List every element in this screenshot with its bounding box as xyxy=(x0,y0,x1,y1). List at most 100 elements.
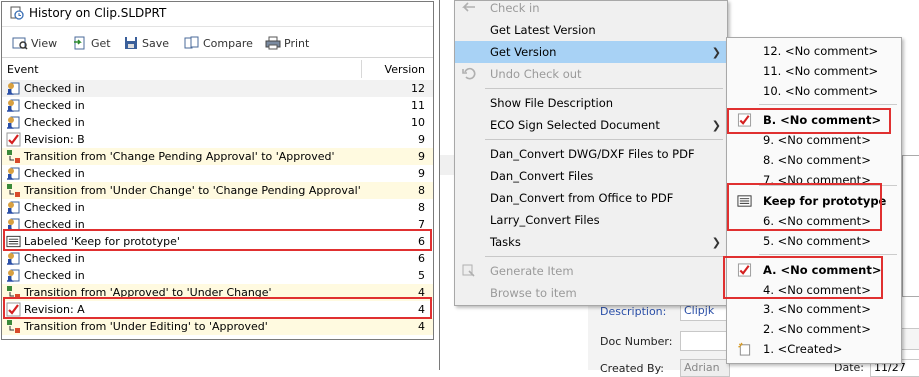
history-row[interactable]: Revision: B 9 xyxy=(2,131,433,148)
menu-item-label: Larry_Convert Files xyxy=(490,213,600,227)
menu-item-show-file-description[interactable]: Show File Description xyxy=(455,92,727,114)
history-row-event: Revision: B xyxy=(24,133,85,146)
menu-item-generate-item: Generate Item xyxy=(455,260,727,282)
highlight-box-keep-for-prototype xyxy=(727,183,882,231)
revision-icon xyxy=(6,132,21,147)
menu-item-check-in: Check in xyxy=(455,0,727,19)
history-row-event: Transition from 'Change Pending Approval… xyxy=(24,150,335,163)
menu-item-label: Dan_Convert DWG/DXF Files to PDF xyxy=(490,147,695,161)
menu-item-dan-convert-from-office-to-pdf[interactable]: Dan_Convert from Office to PDF xyxy=(455,187,727,209)
version-menu-item[interactable]: 3. <No comment> xyxy=(727,299,901,319)
version-menu-item[interactable]: 1. <Created> xyxy=(727,339,901,359)
save-icon xyxy=(124,36,139,50)
save-label: Save xyxy=(142,36,170,50)
history-row-event: Checked in xyxy=(24,82,85,95)
history-row[interactable]: Checked in 12 xyxy=(2,80,433,97)
version-menu-item[interactable]: 12. <No comment> xyxy=(727,41,901,61)
menu-item-label: Undo Check out xyxy=(490,67,582,81)
menu-separator xyxy=(485,256,723,257)
transition-icon xyxy=(6,149,21,164)
menu-separator xyxy=(485,88,723,89)
history-row[interactable]: Checked in 10 xyxy=(2,114,433,131)
history-row[interactable]: Checked in 11 xyxy=(2,97,433,114)
view-label: View xyxy=(31,36,58,50)
history-row-event: Checked in xyxy=(24,269,85,282)
version-menu-item-label: 12. <No comment> xyxy=(763,44,879,58)
history-row-version: 6 xyxy=(418,252,425,265)
view-button[interactable]: View xyxy=(12,35,57,51)
menu-item-label: Tasks xyxy=(490,235,521,249)
chevron-right-icon: ❯ xyxy=(711,46,721,59)
created-icon xyxy=(737,342,752,356)
print-button[interactable]: Print xyxy=(265,35,309,51)
view-icon xyxy=(12,36,28,50)
submenu-separator xyxy=(759,254,897,255)
history-row[interactable]: Checked in 6 xyxy=(2,250,433,267)
history-row[interactable]: Checked in 5 xyxy=(2,267,433,284)
save-button[interactable]: Save xyxy=(124,35,169,51)
history-row-event: Checked in xyxy=(24,201,85,214)
menu-separator xyxy=(485,139,723,140)
history-row-event: Checked in xyxy=(24,252,85,265)
get-icon xyxy=(72,36,88,50)
transition-icon xyxy=(6,319,21,334)
compare-icon xyxy=(184,36,200,50)
column-event[interactable]: Event xyxy=(7,63,39,76)
compare-button[interactable]: Compare xyxy=(184,35,253,51)
menu-item-get-version[interactable]: Get Version ❯ xyxy=(455,41,727,63)
doc-number-label: Doc Number: xyxy=(600,335,673,348)
menu-item-get-latest-version[interactable]: Get Latest Version xyxy=(455,19,727,41)
created-by-field: Adrian xyxy=(680,359,730,377)
undo-icon xyxy=(461,66,477,82)
menu-item-label: Check in xyxy=(490,1,540,15)
checked-in-icon xyxy=(6,268,21,283)
menu-item-dan-convert-files[interactable]: Dan_Convert Files xyxy=(455,165,727,187)
version-menu-item[interactable]: 11. <No comment> xyxy=(727,61,901,81)
get-button[interactable]: Get xyxy=(72,35,111,51)
print-label: Print xyxy=(284,36,310,50)
menu-item-dan-convert-dwg-dxf-files-to-pdf[interactable]: Dan_Convert DWG/DXF Files to PDF xyxy=(455,143,727,165)
history-row-version: 10 xyxy=(411,116,425,129)
checked-in-icon xyxy=(6,200,21,215)
description-label: Description: xyxy=(600,305,667,318)
history-row[interactable]: Checked in 9 xyxy=(2,165,433,182)
menu-item-label: Show File Description xyxy=(490,96,614,110)
history-row-version: 8 xyxy=(418,184,425,197)
menu-item-label: Browse to item xyxy=(490,286,577,300)
checked-in-icon xyxy=(6,166,21,181)
menu-item-browse-to-item: Browse to item xyxy=(455,282,727,304)
version-menu-item-label: 11. <No comment> xyxy=(763,64,879,78)
version-menu-item-label: 9. <No comment> xyxy=(763,133,871,147)
version-menu-item[interactable]: 5. <No comment> xyxy=(727,231,901,251)
history-icon xyxy=(10,6,24,20)
history-row[interactable]: Checked in 8 xyxy=(2,199,433,216)
version-menu-item[interactable]: 8. <No comment> xyxy=(727,150,901,170)
menu-item-eco-sign-selected-document[interactable]: ECO Sign Selected Document ❯ xyxy=(455,114,727,136)
submenu-separator xyxy=(759,104,897,105)
history-row-version: 11 xyxy=(411,99,425,112)
history-row[interactable]: Transition from 'Under Editing' to 'Appr… xyxy=(2,318,433,335)
column-version[interactable]: Version xyxy=(385,63,425,76)
menu-item-label: ECO Sign Selected Document xyxy=(490,118,660,132)
checked-in-icon xyxy=(6,98,21,113)
menu-item-tasks[interactable]: Tasks ❯ xyxy=(455,231,727,253)
history-row[interactable]: Transition from 'Under Change' to 'Chang… xyxy=(2,182,433,199)
menu-item-label: Get Version xyxy=(490,45,557,59)
version-menu-item-label: 10. <No comment> xyxy=(763,84,879,98)
menu-item-larry-convert-files[interactable]: Larry_Convert Files xyxy=(455,209,727,231)
version-menu-item[interactable]: 10. <No comment> xyxy=(727,81,901,101)
history-title-bar: History on Clip.SLDPRT xyxy=(2,2,433,24)
history-row[interactable]: Transition from 'Change Pending Approval… xyxy=(2,148,433,165)
version-menu-item[interactable]: 2. <No comment> xyxy=(727,319,901,339)
history-row-event: Transition from 'Under Change' to 'Chang… xyxy=(24,184,361,197)
background-panel-edge xyxy=(902,155,919,297)
version-menu-item-label: 3. <No comment> xyxy=(763,302,871,316)
history-column-header: Event Version xyxy=(2,58,433,81)
menu-item-label: Generate Item xyxy=(490,264,574,278)
history-row-version: 9 xyxy=(418,167,425,180)
menu-item-undo-check-out: Undo Check out xyxy=(455,63,727,85)
doc-number-field[interactable] xyxy=(680,331,730,351)
generate-icon xyxy=(461,263,477,279)
menu-item-label: Dan_Convert Files xyxy=(490,169,594,183)
version-menu-item-label: 1. <Created> xyxy=(763,342,843,356)
